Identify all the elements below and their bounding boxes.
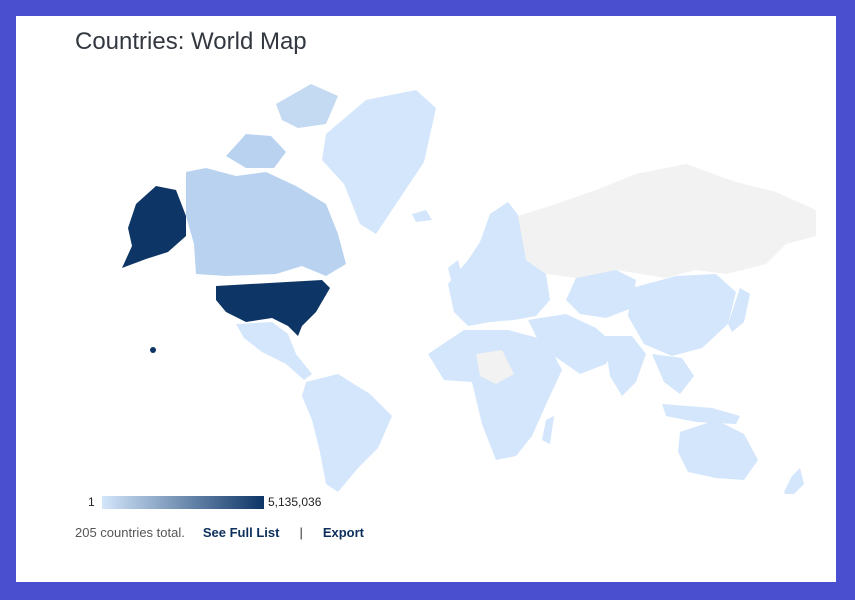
region-southeast-asia[interactable] bbox=[652, 354, 694, 394]
region-australia[interactable] bbox=[678, 420, 758, 480]
region-hawaii[interactable] bbox=[150, 347, 156, 353]
legend-min-value: 1 bbox=[88, 495, 95, 509]
page-title: Countries: World Map bbox=[75, 28, 307, 55]
region-russia[interactable] bbox=[518, 164, 816, 278]
region-china[interactable] bbox=[628, 274, 736, 356]
region-india[interactable] bbox=[604, 336, 646, 396]
legend-max-value: 5,135,036 bbox=[268, 495, 322, 509]
world-map[interactable] bbox=[76, 64, 816, 494]
region-alaska[interactable] bbox=[122, 186, 186, 268]
region-arctic-islands[interactable] bbox=[226, 134, 286, 168]
region-baffin[interactable] bbox=[276, 84, 338, 128]
region-iceland[interactable] bbox=[412, 210, 432, 222]
legend-gradient-bar bbox=[102, 495, 264, 509]
region-new-zealand[interactable] bbox=[784, 468, 804, 494]
region-madagascar[interactable] bbox=[542, 416, 554, 444]
footer-separator: | bbox=[299, 525, 303, 540]
countries-total: 205 countries total. bbox=[75, 525, 185, 540]
region-indonesia[interactable] bbox=[662, 404, 740, 424]
region-south-america[interactable] bbox=[302, 374, 392, 492]
map-footer: 205 countries total. See Full List | Exp… bbox=[75, 525, 364, 540]
region-mexico[interactable] bbox=[236, 322, 312, 380]
region-africa[interactable] bbox=[428, 330, 562, 460]
region-canada[interactable] bbox=[186, 168, 346, 276]
export-link[interactable]: Export bbox=[323, 525, 364, 540]
world-map-card: Countries: World Map 1 5,135,036 205 cou… bbox=[16, 16, 836, 582]
see-full-list-link[interactable]: See Full List bbox=[203, 525, 280, 540]
color-legend: 1 5,135,036 bbox=[88, 492, 321, 512]
